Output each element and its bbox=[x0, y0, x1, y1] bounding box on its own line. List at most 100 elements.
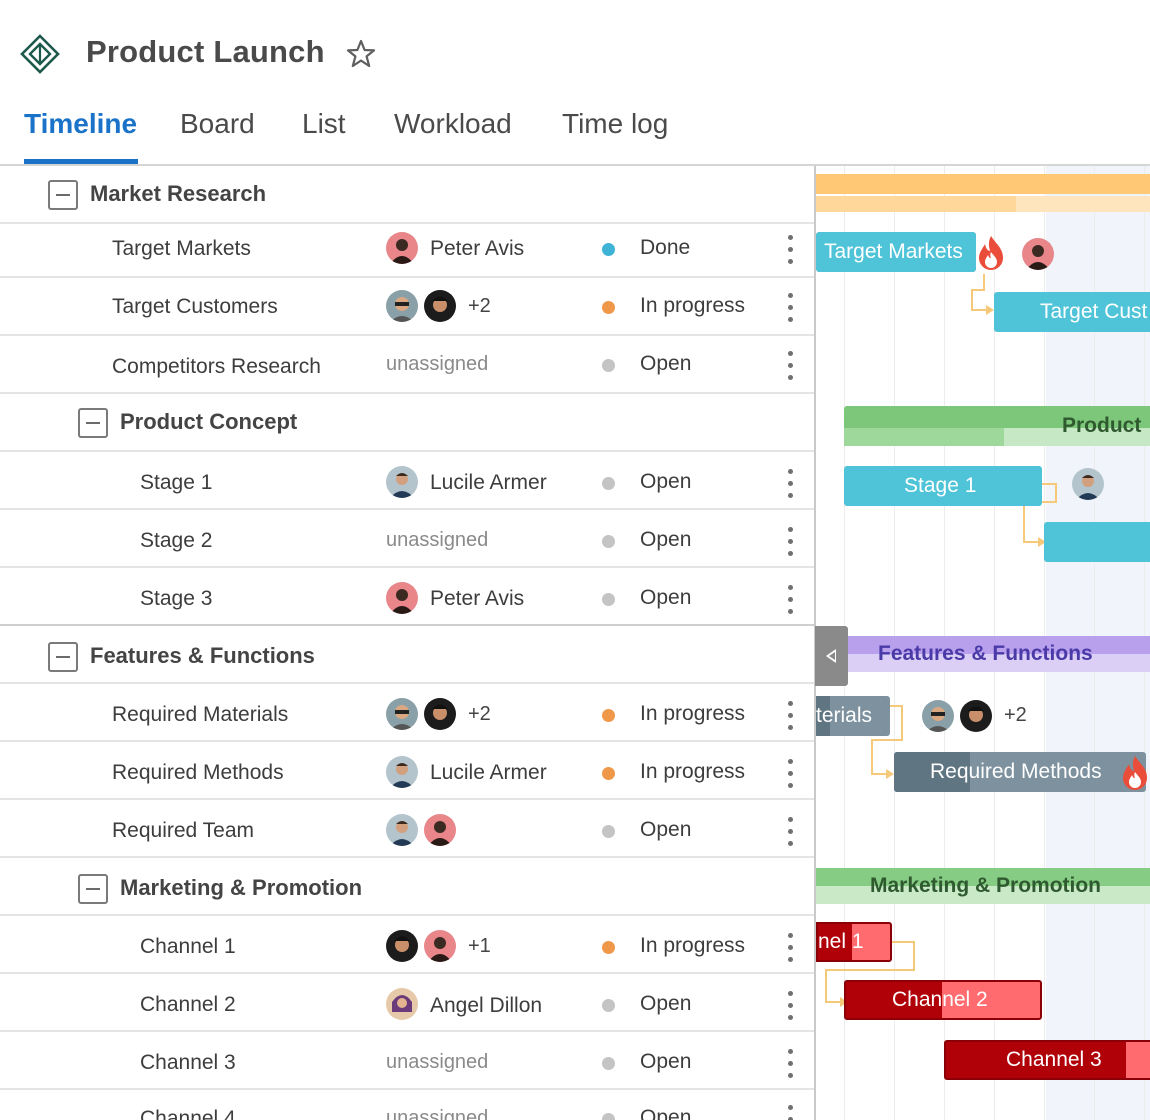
more-options-icon[interactable] bbox=[786, 583, 796, 617]
group-bar-label: Marketing & Promotion bbox=[870, 874, 1102, 897]
group-row[interactable]: Product Concept bbox=[0, 394, 815, 452]
extra-assignees-count[interactable]: +2 bbox=[468, 295, 491, 318]
task-name[interactable]: Stage 1 bbox=[140, 471, 212, 495]
table-row[interactable]: Stage 3 Peter Avis Open bbox=[0, 568, 815, 626]
status-label[interactable]: Open bbox=[640, 470, 691, 494]
more-options-icon[interactable] bbox=[786, 1047, 796, 1081]
collapse-toggle-icon[interactable] bbox=[78, 408, 108, 438]
more-options-icon[interactable] bbox=[786, 1103, 796, 1120]
table-row[interactable]: Channel 4 unassigned Open bbox=[0, 1090, 815, 1120]
task-name[interactable]: Stage 3 bbox=[140, 587, 212, 611]
collapse-toggle-icon[interactable] bbox=[48, 180, 78, 210]
extra-assignees-count[interactable]: +2 bbox=[468, 703, 491, 726]
status-label[interactable]: In progress bbox=[640, 294, 745, 318]
task-bar-stage-2[interactable] bbox=[1044, 522, 1150, 562]
extra-assignees-count[interactable]: +1 bbox=[468, 935, 491, 958]
diamond-logo-icon[interactable] bbox=[20, 34, 60, 74]
group-row[interactable]: Features & Functions bbox=[0, 626, 815, 684]
assignee-cell[interactable]: Lucile Armer bbox=[386, 464, 576, 498]
status-label[interactable]: Open bbox=[640, 352, 691, 376]
group-row[interactable]: Market Research bbox=[0, 166, 815, 224]
status-label[interactable]: Open bbox=[640, 992, 691, 1016]
task-bar-channel-2[interactable]: Channel 2 bbox=[844, 980, 1042, 1020]
task-name[interactable]: Channel 2 bbox=[140, 993, 236, 1017]
group-bar-product-concept[interactable]: Product bbox=[844, 406, 1150, 446]
assignee-cell[interactable]: Peter Avis bbox=[386, 580, 576, 614]
table-row[interactable]: Required Materials +2 In progress bbox=[0, 684, 815, 742]
more-options-icon[interactable] bbox=[786, 467, 796, 501]
table-row[interactable]: Competitors Research unassigned Open bbox=[0, 336, 815, 394]
status-label[interactable]: In progress bbox=[640, 760, 745, 784]
task-name[interactable]: Stage 2 bbox=[140, 529, 212, 553]
status-label[interactable]: Open bbox=[640, 1050, 691, 1074]
task-bar-label: Channel 3 bbox=[1006, 1048, 1102, 1071]
tab-time-log[interactable]: Time log bbox=[562, 108, 668, 140]
status-label[interactable]: Open bbox=[640, 586, 691, 610]
task-name[interactable]: Required Materials bbox=[112, 703, 288, 727]
group-bar-features-functions[interactable]: Features & Functions bbox=[816, 636, 1150, 674]
task-bar-required-methods[interactable]: Required Methods bbox=[894, 752, 1146, 792]
table-row[interactable]: Target Customers +2 In progress bbox=[0, 278, 815, 336]
assignee-cell[interactable]: unassigned bbox=[386, 522, 576, 556]
task-name[interactable]: Target Customers bbox=[112, 295, 278, 319]
table-row[interactable]: Stage 1 Lucile Armer Open bbox=[0, 452, 815, 510]
assignee-cell[interactable]: +2 bbox=[386, 290, 576, 324]
task-bar-channel-1[interactable]: nel 1 bbox=[816, 922, 892, 962]
more-options-icon[interactable] bbox=[786, 815, 796, 849]
extra-assignees-count[interactable]: +2 bbox=[1004, 704, 1027, 727]
more-options-icon[interactable] bbox=[786, 525, 796, 559]
table-row[interactable]: Required Team Open bbox=[0, 800, 815, 858]
task-name[interactable]: Competitors Research bbox=[112, 355, 321, 379]
more-options-icon[interactable] bbox=[786, 699, 796, 733]
group-row[interactable]: Marketing & Promotion bbox=[0, 858, 815, 916]
assignee-cell[interactable]: unassigned bbox=[386, 1044, 576, 1078]
task-name[interactable]: Channel 4 bbox=[140, 1107, 236, 1120]
collapse-toggle-icon[interactable] bbox=[78, 874, 108, 904]
tab-workload[interactable]: Workload bbox=[394, 108, 512, 140]
more-options-icon[interactable] bbox=[786, 931, 796, 965]
status-label[interactable]: Open bbox=[640, 1106, 691, 1120]
chevron-left-icon[interactable] bbox=[815, 626, 848, 686]
status-label[interactable]: Done bbox=[640, 236, 690, 260]
more-options-icon[interactable] bbox=[786, 349, 796, 383]
assignee-cell[interactable]: unassigned bbox=[386, 1102, 576, 1120]
task-name[interactable]: Required Team bbox=[112, 819, 254, 843]
assignee-cell[interactable]: unassigned bbox=[386, 348, 576, 382]
star-outline-icon[interactable] bbox=[345, 38, 377, 70]
task-name[interactable]: Channel 3 bbox=[140, 1051, 236, 1075]
view-tabs: Timeline Board List Workload Time log bbox=[0, 100, 1150, 166]
task-bar-stage-1[interactable]: Stage 1 bbox=[844, 466, 1042, 506]
group-bar-marketing-promotion[interactable]: Marketing & Promotion bbox=[816, 868, 1150, 906]
more-options-icon[interactable] bbox=[786, 757, 796, 791]
status-label[interactable]: In progress bbox=[640, 934, 745, 958]
assignee-cell[interactable]: Angel Dillon bbox=[386, 986, 576, 1020]
table-row[interactable]: Target Markets Peter Avis Done bbox=[0, 220, 815, 278]
task-bar-label: terials bbox=[816, 704, 873, 727]
status-label[interactable]: Open bbox=[640, 818, 691, 842]
table-row[interactable]: Channel 1 +1 In progress bbox=[0, 916, 815, 974]
assignee-cell[interactable]: Lucile Armer bbox=[386, 754, 576, 788]
more-options-icon[interactable] bbox=[786, 291, 796, 325]
table-row[interactable]: Stage 2 unassigned Open bbox=[0, 510, 815, 568]
assignee-cell[interactable] bbox=[386, 812, 576, 846]
status-label[interactable]: In progress bbox=[640, 702, 745, 726]
tab-board[interactable]: Board bbox=[180, 108, 255, 140]
table-row[interactable]: Required Methods Lucile Armer In progres… bbox=[0, 742, 815, 800]
task-name[interactable]: Target Markets bbox=[112, 237, 251, 261]
assignee-cell[interactable]: +1 bbox=[386, 928, 576, 962]
task-bar-target-customers[interactable]: Target Cust bbox=[994, 292, 1150, 332]
tab-list[interactable]: List bbox=[302, 108, 346, 140]
assignee-cell[interactable]: Peter Avis bbox=[386, 232, 576, 266]
status-label[interactable]: Open bbox=[640, 528, 691, 552]
task-bar-channel-3[interactable]: Channel 3 bbox=[944, 1040, 1150, 1080]
task-name[interactable]: Channel 1 bbox=[140, 935, 236, 959]
table-row[interactable]: Channel 3 unassigned Open bbox=[0, 1032, 815, 1090]
task-bar-required-materials[interactable]: terials bbox=[816, 696, 890, 736]
table-row[interactable]: Channel 2 Angel Dillon Open bbox=[0, 974, 815, 1032]
collapse-toggle-icon[interactable] bbox=[48, 642, 78, 672]
task-name[interactable]: Required Methods bbox=[112, 761, 284, 785]
tab-timeline[interactable]: Timeline bbox=[24, 108, 137, 140]
more-options-icon[interactable] bbox=[786, 989, 796, 1023]
assignee-cell[interactable]: +2 bbox=[386, 696, 576, 730]
more-options-icon[interactable] bbox=[786, 233, 796, 267]
